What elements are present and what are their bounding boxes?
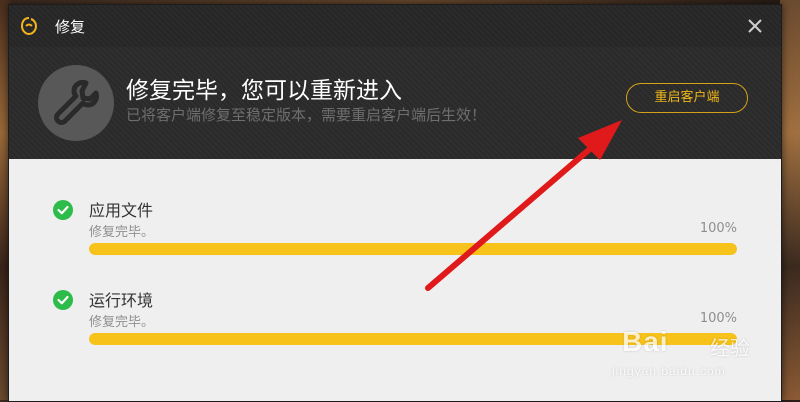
repair-item: 运行环境 修复完毕。 100%	[9, 249, 781, 345]
result-subheading: 已将客户端修复至稳定版本，需要重启客户端后生效！	[126, 106, 487, 124]
item-status: 修复完毕。	[89, 225, 155, 240]
item-percent: 100%	[699, 221, 737, 236]
restart-client-button[interactable]: 重启客户端	[626, 83, 748, 113]
check-circle-icon	[53, 200, 73, 220]
watermark-brand: Bai	[622, 326, 669, 357]
check-circle-icon	[53, 290, 73, 310]
item-name: 运行环境	[89, 291, 154, 310]
repair-item: 应用文件 修复完毕。 100%	[9, 159, 781, 255]
result-header: 修复完毕，您可以重新进入 已将客户端修复至稳定版本，需要重启客户端后生效！ 重启…	[9, 47, 781, 159]
watermark-url: jingyan.baidu.com	[612, 364, 726, 378]
result-heading: 修复完毕，您可以重新进入	[126, 78, 402, 104]
wrench-icon	[38, 65, 114, 141]
close-icon[interactable]	[745, 16, 765, 36]
item-status: 修复完毕。	[89, 315, 155, 330]
watermark-suffix: 经验	[710, 336, 750, 360]
egg-logo-icon	[20, 17, 38, 35]
title-bar: 修复	[9, 5, 781, 47]
window-title: 修复	[55, 18, 86, 36]
item-name: 应用文件	[89, 201, 154, 220]
baidu-jingyan-watermark: Bai 经验 jingyan.baidu.com	[612, 318, 792, 396]
